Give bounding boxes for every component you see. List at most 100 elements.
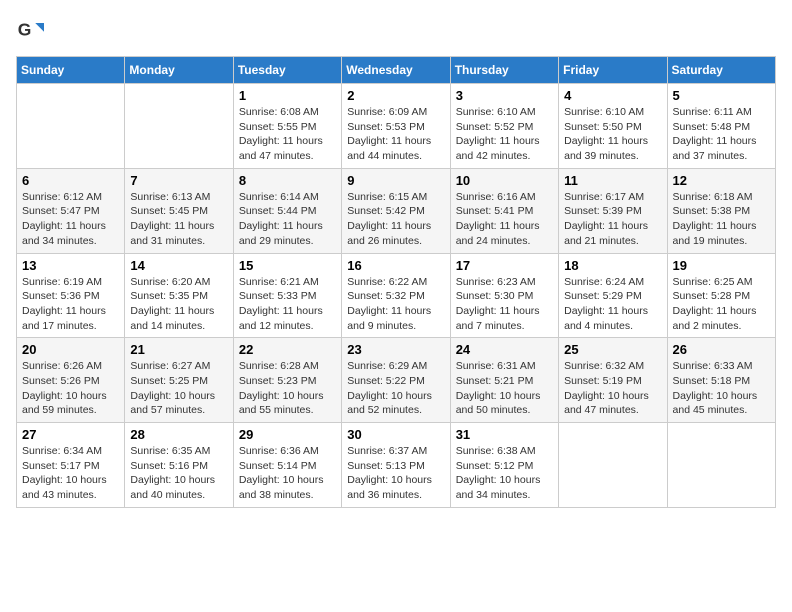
day-info: Sunrise: 6:28 AM Sunset: 5:23 PM Dayligh… <box>239 359 336 418</box>
day-info: Sunrise: 6:18 AM Sunset: 5:38 PM Dayligh… <box>673 190 770 249</box>
calendar-cell: 24Sunrise: 6:31 AM Sunset: 5:21 PM Dayli… <box>450 338 558 423</box>
week-row-3: 13 Sunrise: 6:19 AM Sunset: 5:36 PM Dayli… <box>17 253 776 338</box>
day-info: Sunrise: 6:19 AM Sunset: 5:36 PM Dayligh… <box>22 275 119 334</box>
day-info: Sunrise: 6:15 AM Sunset: 5:42 PM Dayligh… <box>347 190 444 249</box>
week-row-5: 27Sunrise: 6:34 AM Sunset: 5:17 PM Dayli… <box>17 423 776 508</box>
day-number: 18 <box>564 258 661 273</box>
calendar-cell: 29 Sunrise: 6:36 AM Sunset: 5:14 PM Dayli… <box>233 423 341 508</box>
day-info: Sunrise: 6:09 AM Sunset: 5:53 PM Dayligh… <box>347 105 444 164</box>
day-info: Sunrise: 6:26 AM Sunset: 5:26 PM Dayligh… <box>22 359 119 418</box>
day-number: 12 <box>673 173 770 188</box>
day-info: Sunrise: 6:10 AM Sunset: 5:50 PM Dayligh… <box>564 105 661 164</box>
day-info: Sunrise: 6:17 AM Sunset: 5:39 PM Dayligh… <box>564 190 661 249</box>
day-number: 28 <box>130 427 227 442</box>
calendar-cell <box>667 423 775 508</box>
calendar-cell: 18 Sunrise: 6:24 AM Sunset: 5:29 PM Dayli… <box>559 253 667 338</box>
day-info: Sunrise: 6:10 AM Sunset: 5:52 PM Dayligh… <box>456 105 553 164</box>
calendar-cell: 17 Sunrise: 6:23 AM Sunset: 5:30 PM Dayli… <box>450 253 558 338</box>
calendar-cell: 28 Sunrise: 6:35 AM Sunset: 5:16 PM Dayli… <box>125 423 233 508</box>
calendar-table: SundayMondayTuesdayWednesdayThursdayFrid… <box>16 56 776 508</box>
calendar-cell: 2 Sunrise: 6:09 AM Sunset: 5:53 PM Daylig… <box>342 84 450 169</box>
day-number: 3 <box>456 88 553 103</box>
calendar-cell: 1 Sunrise: 6:08 AM Sunset: 5:55 PM Daylig… <box>233 84 341 169</box>
weekday-header-friday: Friday <box>559 57 667 84</box>
day-info: Sunrise: 6:33 AM Sunset: 5:18 PM Dayligh… <box>673 359 770 418</box>
day-number: 19 <box>673 258 770 273</box>
weekday-header-monday: Monday <box>125 57 233 84</box>
calendar-cell: 10 Sunrise: 6:16 AM Sunset: 5:41 PM Dayli… <box>450 168 558 253</box>
day-info: Sunrise: 6:20 AM Sunset: 5:35 PM Dayligh… <box>130 275 227 334</box>
day-info: Sunrise: 6:32 AM Sunset: 5:19 PM Dayligh… <box>564 359 661 418</box>
calendar-cell <box>17 84 125 169</box>
calendar-cell: 23Sunrise: 6:29 AM Sunset: 5:22 PM Dayli… <box>342 338 450 423</box>
weekday-header-wednesday: Wednesday <box>342 57 450 84</box>
day-number: 1 <box>239 88 336 103</box>
day-info: Sunrise: 6:23 AM Sunset: 5:30 PM Dayligh… <box>456 275 553 334</box>
svg-text:G: G <box>18 19 32 39</box>
weekday-header-saturday: Saturday <box>667 57 775 84</box>
day-number: 15 <box>239 258 336 273</box>
day-number: 31 <box>456 427 553 442</box>
calendar-cell: 21 Sunrise: 6:27 AM Sunset: 5:25 PM Dayli… <box>125 338 233 423</box>
day-number: 29 <box>239 427 336 442</box>
day-number: 2 <box>347 88 444 103</box>
day-number: 27 <box>22 427 119 442</box>
day-info: Sunrise: 6:27 AM Sunset: 5:25 PM Dayligh… <box>130 359 227 418</box>
day-number: 8 <box>239 173 336 188</box>
day-number: 22 <box>239 342 336 357</box>
day-info: Sunrise: 6:21 AM Sunset: 5:33 PM Dayligh… <box>239 275 336 334</box>
calendar-cell: 20 Sunrise: 6:26 AM Sunset: 5:26 PM Dayli… <box>17 338 125 423</box>
day-number: 10 <box>456 173 553 188</box>
calendar-cell: 9 Sunrise: 6:15 AM Sunset: 5:42 PM Daylig… <box>342 168 450 253</box>
calendar-cell: 30 Sunrise: 6:37 AM Sunset: 5:13 PM Dayli… <box>342 423 450 508</box>
week-row-2: 6 Sunrise: 6:12 AM Sunset: 5:47 PM Daylig… <box>17 168 776 253</box>
day-number: 17 <box>456 258 553 273</box>
day-number: 16 <box>347 258 444 273</box>
calendar-cell: 11 Sunrise: 6:17 AM Sunset: 5:39 PM Dayli… <box>559 168 667 253</box>
day-number: 13 <box>22 258 119 273</box>
calendar-cell: 6 Sunrise: 6:12 AM Sunset: 5:47 PM Daylig… <box>17 168 125 253</box>
day-number: 5 <box>673 88 770 103</box>
day-number: 26 <box>673 342 770 357</box>
calendar-cell: 22 Sunrise: 6:28 AM Sunset: 5:23 PM Dayli… <box>233 338 341 423</box>
calendar-cell: 12 Sunrise: 6:18 AM Sunset: 5:38 PM Dayli… <box>667 168 775 253</box>
logo: G <box>16 16 48 44</box>
day-info: Sunrise: 6:37 AM Sunset: 5:13 PM Dayligh… <box>347 444 444 503</box>
day-info: Sunrise: 6:08 AM Sunset: 5:55 PM Dayligh… <box>239 105 336 164</box>
day-info: Sunrise: 6:29 AM Sunset: 5:22 PM Dayligh… <box>347 359 444 418</box>
day-info: Sunrise: 6:12 AM Sunset: 5:47 PM Dayligh… <box>22 190 119 249</box>
day-number: 11 <box>564 173 661 188</box>
calendar-cell: 27Sunrise: 6:34 AM Sunset: 5:17 PM Dayli… <box>17 423 125 508</box>
weekday-header-tuesday: Tuesday <box>233 57 341 84</box>
day-info: Sunrise: 6:36 AM Sunset: 5:14 PM Dayligh… <box>239 444 336 503</box>
day-info: Sunrise: 6:22 AM Sunset: 5:32 PM Dayligh… <box>347 275 444 334</box>
week-row-1: 1 Sunrise: 6:08 AM Sunset: 5:55 PM Daylig… <box>17 84 776 169</box>
day-info: Sunrise: 6:13 AM Sunset: 5:45 PM Dayligh… <box>130 190 227 249</box>
day-info: Sunrise: 6:38 AM Sunset: 5:12 PM Dayligh… <box>456 444 553 503</box>
day-number: 9 <box>347 173 444 188</box>
calendar-cell: 15 Sunrise: 6:21 AM Sunset: 5:33 PM Dayli… <box>233 253 341 338</box>
calendar-cell: 7 Sunrise: 6:13 AM Sunset: 5:45 PM Daylig… <box>125 168 233 253</box>
day-number: 14 <box>130 258 227 273</box>
calendar-cell: 4Sunrise: 6:10 AM Sunset: 5:50 PM Daylig… <box>559 84 667 169</box>
day-info: Sunrise: 6:24 AM Sunset: 5:29 PM Dayligh… <box>564 275 661 334</box>
calendar-cell: 3 Sunrise: 6:10 AM Sunset: 5:52 PM Daylig… <box>450 84 558 169</box>
calendar-cell: 14 Sunrise: 6:20 AM Sunset: 5:35 PM Dayli… <box>125 253 233 338</box>
day-number: 6 <box>22 173 119 188</box>
calendar-cell: 25Sunrise: 6:32 AM Sunset: 5:19 PM Dayli… <box>559 338 667 423</box>
day-number: 20 <box>22 342 119 357</box>
page-header: G <box>16 16 776 44</box>
weekday-header-sunday: Sunday <box>17 57 125 84</box>
logo-icon: G <box>16 16 44 44</box>
day-number: 24 <box>456 342 553 357</box>
day-info: Sunrise: 6:35 AM Sunset: 5:16 PM Dayligh… <box>130 444 227 503</box>
calendar-cell: 16 Sunrise: 6:22 AM Sunset: 5:32 PM Dayli… <box>342 253 450 338</box>
day-number: 7 <box>130 173 227 188</box>
calendar-cell: 8Sunrise: 6:14 AM Sunset: 5:44 PM Daylig… <box>233 168 341 253</box>
day-number: 21 <box>130 342 227 357</box>
calendar-cell: 13 Sunrise: 6:19 AM Sunset: 5:36 PM Dayli… <box>17 253 125 338</box>
calendar-cell: 31 Sunrise: 6:38 AM Sunset: 5:12 PM Dayli… <box>450 423 558 508</box>
calendar-cell: 26 Sunrise: 6:33 AM Sunset: 5:18 PM Dayli… <box>667 338 775 423</box>
day-info: Sunrise: 6:16 AM Sunset: 5:41 PM Dayligh… <box>456 190 553 249</box>
day-number: 30 <box>347 427 444 442</box>
